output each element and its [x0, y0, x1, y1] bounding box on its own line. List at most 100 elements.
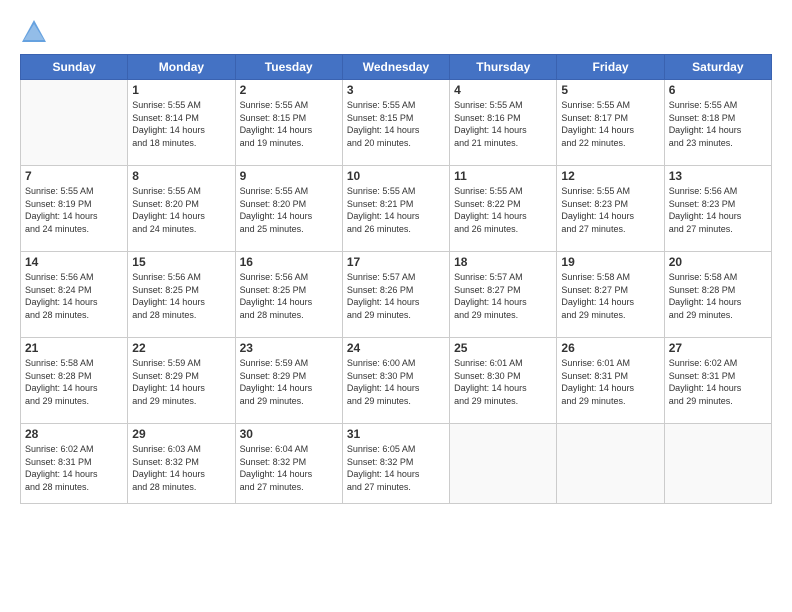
calendar-cell: 6 Sunrise: 5:55 AM Sunset: 8:18 PM Daylig…: [664, 80, 771, 166]
calendar-table: SundayMondayTuesdayWednesdayThursdayFrid…: [20, 54, 772, 504]
cell-details: Sunrise: 6:05 AM Sunset: 8:32 PM Dayligh…: [347, 443, 445, 493]
cell-details: Sunrise: 5:56 AM Sunset: 8:25 PM Dayligh…: [240, 271, 338, 321]
calendar-cell: 24 Sunrise: 6:00 AM Sunset: 8:30 PM Dayli…: [342, 338, 449, 424]
cell-details: Sunrise: 5:55 AM Sunset: 8:17 PM Dayligh…: [561, 99, 659, 149]
cell-details: Sunrise: 5:55 AM Sunset: 8:23 PM Dayligh…: [561, 185, 659, 235]
day-number: 25: [454, 341, 552, 355]
calendar-cell: 8 Sunrise: 5:55 AM Sunset: 8:20 PM Daylig…: [128, 166, 235, 252]
calendar-cell: 1 Sunrise: 5:55 AM Sunset: 8:14 PM Daylig…: [128, 80, 235, 166]
calendar-cell: 19Sunrise: 5:58 AM Sunset: 8:27 PM Dayli…: [557, 252, 664, 338]
day-number: 30: [240, 427, 338, 441]
calendar-cell: 11 Sunrise: 5:55 AM Sunset: 8:22 PM Dayli…: [450, 166, 557, 252]
cell-details: Sunrise: 5:59 AM Sunset: 8:29 PM Dayligh…: [132, 357, 230, 407]
day-number: 17: [347, 255, 445, 269]
cell-details: Sunrise: 5:55 AM Sunset: 8:18 PM Dayligh…: [669, 99, 767, 149]
cell-details: Sunrise: 5:55 AM Sunset: 8:16 PM Dayligh…: [454, 99, 552, 149]
day-number: 4: [454, 83, 552, 97]
cell-details: Sunrise: 6:01 AM Sunset: 8:31 PM Dayligh…: [561, 357, 659, 407]
day-number: 11: [454, 169, 552, 183]
day-header-monday: Monday: [128, 55, 235, 80]
calendar-cell: 10 Sunrise: 5:55 AM Sunset: 8:21 PM Dayli…: [342, 166, 449, 252]
calendar-cell: 30 Sunrise: 6:04 AM Sunset: 8:32 PM Dayli…: [235, 424, 342, 504]
cell-details: Sunrise: 5:55 AM Sunset: 8:15 PM Dayligh…: [240, 99, 338, 149]
day-number: 24: [347, 341, 445, 355]
calendar-cell: [450, 424, 557, 504]
day-number: 23: [240, 341, 338, 355]
calendar-cell: 25 Sunrise: 6:01 AM Sunset: 8:30 PM Dayli…: [450, 338, 557, 424]
day-header-wednesday: Wednesday: [342, 55, 449, 80]
cell-details: Sunrise: 5:58 AM Sunset: 8:28 PM Dayligh…: [669, 271, 767, 321]
calendar-cell: 23 Sunrise: 5:59 AM Sunset: 8:29 PM Dayli…: [235, 338, 342, 424]
day-header-tuesday: Tuesday: [235, 55, 342, 80]
cell-details: Sunrise: 5:56 AM Sunset: 8:25 PM Dayligh…: [132, 271, 230, 321]
calendar-cell: [21, 80, 128, 166]
cell-details: Sunrise: 6:03 AM Sunset: 8:32 PM Dayligh…: [132, 443, 230, 493]
cell-details: Sunrise: 5:59 AM Sunset: 8:29 PM Dayligh…: [240, 357, 338, 407]
week-row-5: 28Sunrise: 6:02 AM Sunset: 8:31 PM Dayli…: [21, 424, 772, 504]
days-header-row: SundayMondayTuesdayWednesdayThursdayFrid…: [21, 55, 772, 80]
day-number: 15: [132, 255, 230, 269]
day-number: 21: [25, 341, 123, 355]
day-number: 20: [669, 255, 767, 269]
calendar-cell: 15 Sunrise: 5:56 AM Sunset: 8:25 PM Dayli…: [128, 252, 235, 338]
day-number: 19: [561, 255, 659, 269]
calendar-page: SundayMondayTuesdayWednesdayThursdayFrid…: [0, 0, 792, 612]
cell-details: Sunrise: 5:55 AM Sunset: 8:20 PM Dayligh…: [132, 185, 230, 235]
day-number: 26: [561, 341, 659, 355]
week-row-2: 7 Sunrise: 5:55 AM Sunset: 8:19 PM Daylig…: [21, 166, 772, 252]
day-number: 27: [669, 341, 767, 355]
calendar-cell: 31Sunrise: 6:05 AM Sunset: 8:32 PM Dayli…: [342, 424, 449, 504]
cell-details: Sunrise: 5:55 AM Sunset: 8:21 PM Dayligh…: [347, 185, 445, 235]
calendar-cell: 16Sunrise: 5:56 AM Sunset: 8:25 PM Dayli…: [235, 252, 342, 338]
cell-details: Sunrise: 5:57 AM Sunset: 8:26 PM Dayligh…: [347, 271, 445, 321]
header: [20, 18, 772, 46]
day-number: 22: [132, 341, 230, 355]
cell-details: Sunrise: 5:57 AM Sunset: 8:27 PM Dayligh…: [454, 271, 552, 321]
cell-details: Sunrise: 5:55 AM Sunset: 8:22 PM Dayligh…: [454, 185, 552, 235]
day-number: 3: [347, 83, 445, 97]
calendar-cell: 12 Sunrise: 5:55 AM Sunset: 8:23 PM Dayli…: [557, 166, 664, 252]
day-number: 28: [25, 427, 123, 441]
calendar-cell: 4 Sunrise: 5:55 AM Sunset: 8:16 PM Daylig…: [450, 80, 557, 166]
day-number: 5: [561, 83, 659, 97]
cell-details: Sunrise: 5:56 AM Sunset: 8:24 PM Dayligh…: [25, 271, 123, 321]
cell-details: Sunrise: 6:02 AM Sunset: 8:31 PM Dayligh…: [669, 357, 767, 407]
calendar-cell: 26 Sunrise: 6:01 AM Sunset: 8:31 PM Dayli…: [557, 338, 664, 424]
calendar-cell: 14 Sunrise: 5:56 AM Sunset: 8:24 PM Dayli…: [21, 252, 128, 338]
cell-details: Sunrise: 5:58 AM Sunset: 8:28 PM Dayligh…: [25, 357, 123, 407]
cell-details: Sunrise: 5:55 AM Sunset: 8:19 PM Dayligh…: [25, 185, 123, 235]
calendar-cell: 5 Sunrise: 5:55 AM Sunset: 8:17 PM Daylig…: [557, 80, 664, 166]
cell-details: Sunrise: 5:55 AM Sunset: 8:15 PM Dayligh…: [347, 99, 445, 149]
day-header-friday: Friday: [557, 55, 664, 80]
calendar-cell: 17 Sunrise: 5:57 AM Sunset: 8:26 PM Dayli…: [342, 252, 449, 338]
calendar-cell: 18 Sunrise: 5:57 AM Sunset: 8:27 PM Dayli…: [450, 252, 557, 338]
cell-details: Sunrise: 5:56 AM Sunset: 8:23 PM Dayligh…: [669, 185, 767, 235]
day-number: 1: [132, 83, 230, 97]
day-number: 18: [454, 255, 552, 269]
day-number: 6: [669, 83, 767, 97]
cell-details: Sunrise: 6:04 AM Sunset: 8:32 PM Dayligh…: [240, 443, 338, 493]
week-row-4: 21 Sunrise: 5:58 AM Sunset: 8:28 PM Dayli…: [21, 338, 772, 424]
calendar-cell: 29Sunrise: 6:03 AM Sunset: 8:32 PM Dayli…: [128, 424, 235, 504]
day-number: 10: [347, 169, 445, 183]
calendar-cell: 28Sunrise: 6:02 AM Sunset: 8:31 PM Dayli…: [21, 424, 128, 504]
cell-details: Sunrise: 6:00 AM Sunset: 8:30 PM Dayligh…: [347, 357, 445, 407]
cell-details: Sunrise: 5:55 AM Sunset: 8:20 PM Dayligh…: [240, 185, 338, 235]
calendar-cell: 7 Sunrise: 5:55 AM Sunset: 8:19 PM Daylig…: [21, 166, 128, 252]
day-header-thursday: Thursday: [450, 55, 557, 80]
day-number: 13: [669, 169, 767, 183]
calendar-cell: 21 Sunrise: 5:58 AM Sunset: 8:28 PM Dayli…: [21, 338, 128, 424]
day-header-sunday: Sunday: [21, 55, 128, 80]
logo: [20, 18, 52, 46]
calendar-cell: [557, 424, 664, 504]
day-number: 7: [25, 169, 123, 183]
calendar-cell: 20 Sunrise: 5:58 AM Sunset: 8:28 PM Dayli…: [664, 252, 771, 338]
cell-details: Sunrise: 5:55 AM Sunset: 8:14 PM Dayligh…: [132, 99, 230, 149]
day-number: 8: [132, 169, 230, 183]
day-number: 14: [25, 255, 123, 269]
cell-details: Sunrise: 6:01 AM Sunset: 8:30 PM Dayligh…: [454, 357, 552, 407]
calendar-cell: 2Sunrise: 5:55 AM Sunset: 8:15 PM Daylig…: [235, 80, 342, 166]
day-number: 12: [561, 169, 659, 183]
week-row-3: 14 Sunrise: 5:56 AM Sunset: 8:24 PM Dayli…: [21, 252, 772, 338]
logo-icon: [20, 18, 48, 46]
